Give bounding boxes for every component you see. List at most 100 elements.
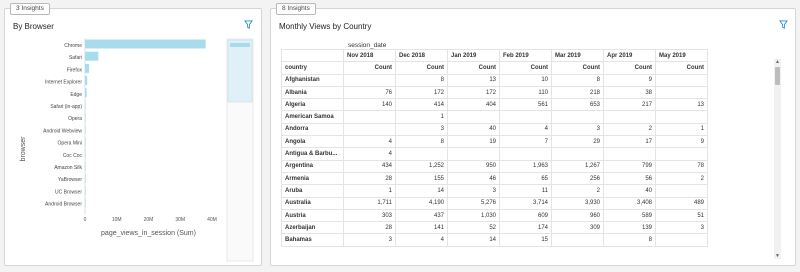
count-cell: 4 — [343, 135, 396, 149]
category-label: UC Browser — [55, 189, 82, 195]
scroll-down-icon[interactable]: ▼ — [774, 253, 781, 259]
category-label: Android Browser — [45, 202, 82, 208]
count-cell: 4 — [395, 233, 448, 247]
count-cell: 13 — [655, 98, 708, 112]
count-cell: 3 — [447, 184, 500, 198]
table-row[interactable]: American Samoa 1 — [281, 110, 708, 124]
count-cell: 8 — [395, 73, 448, 87]
count-cell: 1,267 — [551, 159, 604, 173]
category-label: Safari (in-app) — [50, 104, 82, 110]
count-cell — [551, 147, 604, 161]
count-header: Count — [551, 61, 604, 75]
bar — [85, 76, 88, 86]
panel-title: Monthly Views by Country — [279, 22, 372, 31]
count-cell: 589 — [603, 208, 656, 223]
count-cell: 799 — [603, 159, 656, 173]
filter-icon[interactable] — [779, 20, 788, 29]
chart-preview-bar — [230, 43, 250, 47]
pivot-table-container[interactable]: Nov 2018 Dec 2018 Jan 2019 Feb 2019 Mar 2019… — [281, 49, 779, 261]
category-label: Chrome — [64, 43, 82, 49]
bar — [85, 100, 86, 110]
bar — [85, 185, 86, 195]
month-header[interactable]: Dec 2018 — [395, 49, 448, 63]
count-cell: 51 — [655, 208, 708, 223]
table-row[interactable]: Armenia 28 155 46 65 256 56 2 — [281, 171, 708, 186]
table-row[interactable]: Australia 1,711 4,190 5,276 3,714 3,930 3,408 4… — [281, 196, 708, 210]
bar — [85, 51, 99, 61]
category-label: Firefox — [67, 67, 83, 73]
count-cell — [603, 110, 656, 124]
count-header: Count — [395, 61, 448, 75]
chart-scroll-window — [227, 39, 253, 103]
count-header: Count — [343, 61, 396, 75]
x-axis-title: page_views_in_session (Sum) — [101, 230, 196, 237]
count-cell: 13 — [447, 73, 500, 87]
table-row[interactable]: Andorra 3 40 4 3 2 1 — [281, 122, 708, 137]
vertical-scrollbar[interactable]: ▲ ▼ — [774, 59, 781, 259]
column-group-label: session_date — [348, 42, 387, 49]
count-cell: 172 — [447, 85, 500, 100]
month-header[interactable]: Feb 2019 — [499, 49, 552, 63]
table-row[interactable]: Azerbaijan 28 141 52 174 309 139 3 — [281, 221, 708, 235]
count-cell: 14 — [395, 184, 448, 198]
count-cell: 28 — [343, 171, 396, 186]
count-cell: 110 — [499, 85, 552, 100]
scroll-thumb[interactable] — [775, 67, 780, 85]
count-cell: 8 — [603, 233, 656, 247]
month-header[interactable]: Jan 2019 — [447, 49, 500, 63]
count-cell: 46 — [447, 171, 500, 186]
count-cell — [655, 147, 708, 161]
table-row[interactable]: Albania 76 172 172 110 218 38 — [281, 85, 708, 100]
browser-bar-chart: Chrome Safari Firefox Internet Explorer Edge… — [20, 38, 254, 262]
table-row[interactable]: Algeria 140 414 404 561 653 217 13 — [281, 98, 708, 112]
count-cell — [655, 184, 708, 198]
x-tick-label: 40M — [207, 217, 217, 223]
month-header[interactable]: May 2019 — [655, 49, 708, 63]
count-cell: 141 — [395, 221, 448, 235]
country-cell: Australia — [281, 196, 344, 210]
count-cell: 2 — [655, 171, 708, 186]
month-header[interactable]: Nov 2018 — [343, 49, 396, 63]
count-cell: 10 — [499, 73, 552, 87]
count-cell: 960 — [551, 208, 604, 223]
table-row[interactable]: Argentina 434 1,252 950 1,963 1,267 799 78 — [281, 159, 708, 173]
scroll-up-icon[interactable]: ▲ — [774, 59, 781, 65]
table-row[interactable]: Angola 4 8 19 7 29 17 9 — [281, 135, 708, 149]
count-cell: 414 — [395, 98, 448, 112]
count-cell: 17 — [603, 135, 656, 149]
country-header[interactable]: country — [281, 61, 344, 75]
month-header[interactable]: Mar 2019 — [551, 49, 604, 63]
country-cell: Azerbaijan — [281, 221, 344, 235]
country-cell: Albania — [281, 85, 344, 100]
count-cell: 434 — [343, 159, 396, 173]
count-cell: 653 — [551, 98, 604, 112]
insights-badge[interactable]: 8 Insights — [276, 3, 316, 15]
count-header: Count — [655, 61, 708, 75]
bar — [85, 161, 86, 171]
table-row[interactable]: Bahamas 3 4 14 15 8 — [281, 233, 708, 247]
count-cell: 40 — [447, 122, 500, 137]
country-cell: Andorra — [281, 122, 344, 137]
country-cell: American Samoa — [281, 110, 344, 124]
month-header[interactable]: Apr 2019 — [603, 49, 656, 63]
count-cell: 11 — [499, 184, 552, 198]
table-row[interactable]: Antigua & Barbu... 4 — [281, 147, 708, 161]
count-cell — [603, 147, 656, 161]
pivot-table: Nov 2018 Dec 2018 Jan 2019 Feb 2019 Mar 2019… — [281, 49, 708, 247]
count-cell: 1 — [395, 110, 448, 124]
table-row[interactable]: Afghanistan 8 13 10 8 9 — [281, 73, 708, 87]
table-row[interactable]: Aruba 1 14 3 11 2 40 — [281, 184, 708, 198]
count-cell: 14 — [447, 233, 500, 247]
count-cell: 1,252 — [395, 159, 448, 173]
count-cell: 404 — [447, 98, 500, 112]
count-cell: 139 — [603, 221, 656, 235]
country-cell: Angola — [281, 135, 344, 149]
country-cell: Armenia — [281, 171, 344, 186]
country-cell: Bahamas — [281, 233, 344, 247]
category-label: Android Webview — [43, 128, 82, 134]
category-label: YaBrowser — [58, 177, 82, 183]
category-label: Safari — [69, 55, 82, 61]
x-tick-label: 20M — [144, 217, 154, 223]
table-row[interactable]: Austria 303 437 1,030 609 960 589 51 — [281, 208, 708, 223]
count-cell — [655, 233, 708, 247]
